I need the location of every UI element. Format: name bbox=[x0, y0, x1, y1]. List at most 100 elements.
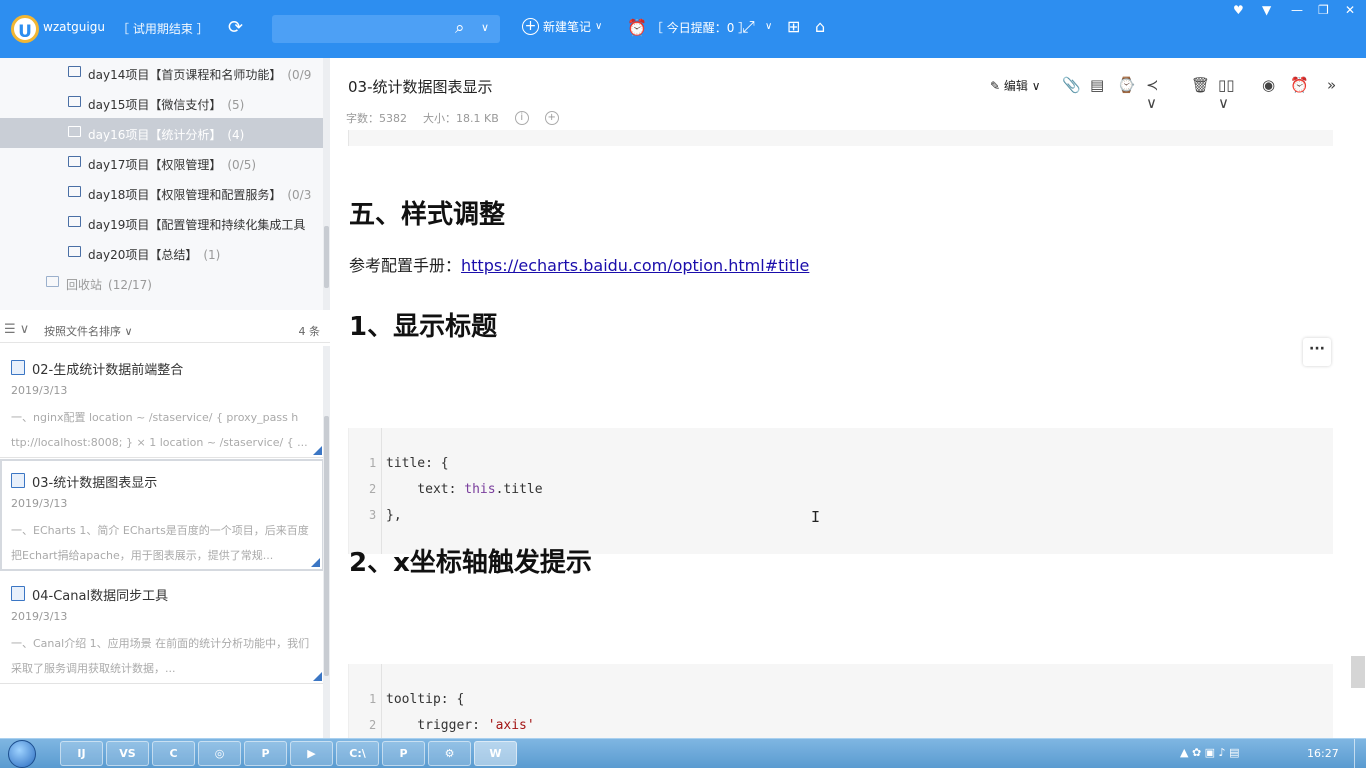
tree-item-label: day14项目【首页课程和名师功能】 bbox=[88, 68, 282, 82]
tree-item-label: day19项目【配置管理和持续化集成工具 bbox=[88, 218, 306, 232]
tree-item-day20[interactable]: day20项目【总结】 (1) bbox=[0, 238, 324, 268]
tree-item-day17[interactable]: day17项目【权限管理】 (0/5) bbox=[0, 148, 324, 178]
note-title: 03-统计数据图表显示 bbox=[32, 476, 158, 491]
code-line: 2 trigger: 'axis' bbox=[349, 714, 1334, 738]
alarm-icon[interactable]: ⏰ bbox=[1290, 76, 1309, 94]
note-icon bbox=[11, 360, 25, 375]
tree-item-day14[interactable]: day14项目【首页课程和名师功能】 (0/9 bbox=[0, 58, 324, 88]
note-icon bbox=[11, 473, 25, 488]
tree-item-day15[interactable]: day15项目【微信支付】 (5) bbox=[0, 88, 324, 118]
reference-link[interactable]: https://echarts.baidu.com/option.html#ti… bbox=[461, 256, 809, 275]
taskbar-app[interactable]: ◎ bbox=[198, 741, 241, 766]
scrollbar-thumb[interactable] bbox=[324, 226, 329, 288]
taskbar-app[interactable]: C:\ bbox=[336, 741, 379, 766]
expand-icon[interactable]: ⤢ bbox=[742, 18, 755, 36]
sort-bar: ☰ ∨ 按照文件名排序 ∨ 4 条 bbox=[0, 317, 330, 343]
comment-icon[interactable]: ▤ bbox=[1090, 76, 1104, 94]
code-text: title: { bbox=[386, 456, 449, 471]
notes-scrollbar[interactable] bbox=[323, 346, 330, 738]
maximize-icon[interactable]: ❐ bbox=[1318, 3, 1329, 17]
note-summary: 一、ECharts 1、简介 ECharts是百度的一个项目，后来百度把Echa… bbox=[11, 524, 309, 562]
top-toolbar: U wzatguigu ［ 试用期结束 ］ ⟳ ⌕ ∨ + 新建笔记 ∨ ⏰ ［… bbox=[0, 0, 1366, 58]
taskbar-app[interactable]: P bbox=[244, 741, 287, 766]
app-window: U wzatguigu ［ 试用期结束 ］ ⟳ ⌕ ∨ + 新建笔记 ∨ ⏰ ［… bbox=[0, 0, 1366, 768]
tree-scrollbar[interactable] bbox=[323, 58, 330, 310]
tree-item-count: (12/17) bbox=[108, 278, 152, 292]
menu-icon[interactable]: ▼ bbox=[1262, 3, 1271, 17]
note-title: 04-Canal数据同步工具 bbox=[32, 589, 169, 604]
search-input[interactable] bbox=[278, 19, 448, 39]
sync-icon[interactable]: ⟳ bbox=[228, 19, 243, 37]
close-icon[interactable]: ✕ bbox=[1345, 3, 1355, 17]
username[interactable]: wzatguigu bbox=[43, 20, 105, 34]
folder-icon bbox=[68, 66, 81, 77]
taskbar-app[interactable]: VS bbox=[106, 741, 149, 766]
chevron-down-icon[interactable]: ∨ bbox=[765, 18, 772, 36]
search-box[interactable]: ⌕ ∨ bbox=[272, 15, 500, 43]
collapse-icon[interactable]: » bbox=[1327, 76, 1336, 94]
trial-status[interactable]: ［ 试用期结束 ］ bbox=[117, 20, 209, 37]
share-icon[interactable]: ≺ ∨ bbox=[1146, 76, 1159, 112]
apps-grid-icon[interactable]: ⊞ bbox=[787, 18, 800, 36]
note-card[interactable]: 02-生成统计数据前端整合 2019/3/13 一、nginx配置 locati… bbox=[0, 346, 324, 458]
new-note-button[interactable]: + 新建笔记 ∨ bbox=[522, 18, 602, 35]
weibo-icon[interactable]: ◉ bbox=[1262, 76, 1275, 94]
tree-item-day16[interactable]: day16项目【统计分析】 (4) bbox=[0, 118, 324, 148]
note-date: 2019/3/13 bbox=[11, 610, 68, 623]
taskbar-app[interactable]: P bbox=[382, 741, 425, 766]
edit-button[interactable]: ✎ 编辑 ∨ bbox=[990, 77, 1041, 94]
code-block-previous bbox=[348, 130, 1333, 146]
editor-scrollbar[interactable] bbox=[1351, 130, 1366, 738]
tree-item-label: day15项目【微信支付】 bbox=[88, 98, 222, 112]
more-options-button[interactable]: ··· bbox=[1303, 338, 1331, 366]
code-block-title[interactable]: 1 title: { 2 text: this.title 3}, bbox=[348, 428, 1333, 554]
list-menu-icon[interactable]: ☰ ∨ bbox=[4, 322, 29, 337]
info-icon[interactable]: i bbox=[514, 111, 529, 125]
code-text: trigger: bbox=[386, 718, 488, 733]
reminder-button[interactable]: ⏰ ［ 今日提醒：0 ］ bbox=[627, 18, 750, 37]
minimize-icon[interactable]: — bbox=[1291, 3, 1303, 17]
taskbar-app[interactable]: ⚙ bbox=[428, 741, 471, 766]
show-desktop-button[interactable] bbox=[1354, 739, 1366, 768]
note-card-active[interactable]: 03-统计数据图表显示 2019/3/13 一、ECharts 1、简介 ECh… bbox=[0, 459, 324, 571]
subheading-title: 1、显示标题 bbox=[349, 312, 498, 342]
taskbar-app[interactable]: ▶ bbox=[290, 741, 333, 766]
sort-dropdown[interactable]: 按照文件名排序 ∨ bbox=[44, 323, 133, 339]
taskbar-app[interactable]: C bbox=[152, 741, 195, 766]
note-card[interactable]: 04-Canal数据同步工具 2019/3/13 一、Canal介绍 1、应用场… bbox=[0, 572, 324, 684]
delete-icon[interactable]: 🗑 bbox=[1191, 76, 1210, 94]
home-icon[interactable]: ⌂ bbox=[815, 18, 825, 36]
clock[interactable]: 16:27 bbox=[1307, 747, 1339, 760]
line-number: 1 bbox=[369, 456, 377, 470]
scrollbar-thumb[interactable] bbox=[324, 416, 329, 676]
folder-icon bbox=[68, 186, 81, 197]
code-block-tooltip[interactable]: 1tooltip: { 2 trigger: 'axis' 3}, bbox=[348, 664, 1333, 738]
alarm-icon: ⏰ bbox=[627, 18, 647, 37]
start-button[interactable] bbox=[8, 740, 36, 768]
line-number: 2 bbox=[369, 718, 377, 732]
tree-item-day18[interactable]: day18项目【权限管理和配置服务】 (0/3 bbox=[0, 178, 324, 208]
document-title[interactable]: 03-统计数据图表显示 bbox=[348, 76, 493, 97]
taskbar-app-active[interactable]: W bbox=[474, 741, 517, 766]
code-text: tooltip: { bbox=[386, 692, 465, 707]
note-count: 4 条 bbox=[298, 325, 321, 338]
code-keyword: this bbox=[464, 482, 496, 497]
corner-marker-icon bbox=[311, 558, 320, 567]
document-content[interactable]: 五、样式调整 参考配置手册：https://echarts.baidu.com/… bbox=[330, 130, 1354, 738]
new-note-label: 新建笔记 bbox=[543, 20, 592, 34]
history-icon[interactable]: ⌚ bbox=[1117, 76, 1136, 94]
search-icon[interactable]: ⌕ bbox=[455, 18, 465, 38]
add-tag-icon[interactable]: + bbox=[544, 111, 559, 125]
text-cursor-icon: I bbox=[811, 508, 821, 526]
tree-item-count: (1) bbox=[203, 248, 221, 262]
skin-icon[interactable]: ♥ bbox=[1233, 3, 1244, 17]
tree-item-day19[interactable]: day19项目【配置管理和持续化集成工具 bbox=[0, 208, 324, 238]
tree-item-count: (5) bbox=[227, 98, 245, 112]
system-tray[interactable]: ▲ ✿ ▣ ♪ ▤ bbox=[1180, 746, 1239, 759]
reading-mode-icon[interactable]: ▯▯ ∨ bbox=[1218, 76, 1235, 112]
attachment-icon[interactable]: 📎 bbox=[1062, 76, 1081, 94]
scrollbar-thumb[interactable] bbox=[1351, 656, 1365, 688]
tree-item-recycle-bin[interactable]: 回收站 (12/17) bbox=[0, 268, 324, 298]
chevron-down-icon[interactable]: ∨ bbox=[481, 21, 489, 34]
taskbar-app[interactable]: IJ bbox=[60, 741, 103, 766]
